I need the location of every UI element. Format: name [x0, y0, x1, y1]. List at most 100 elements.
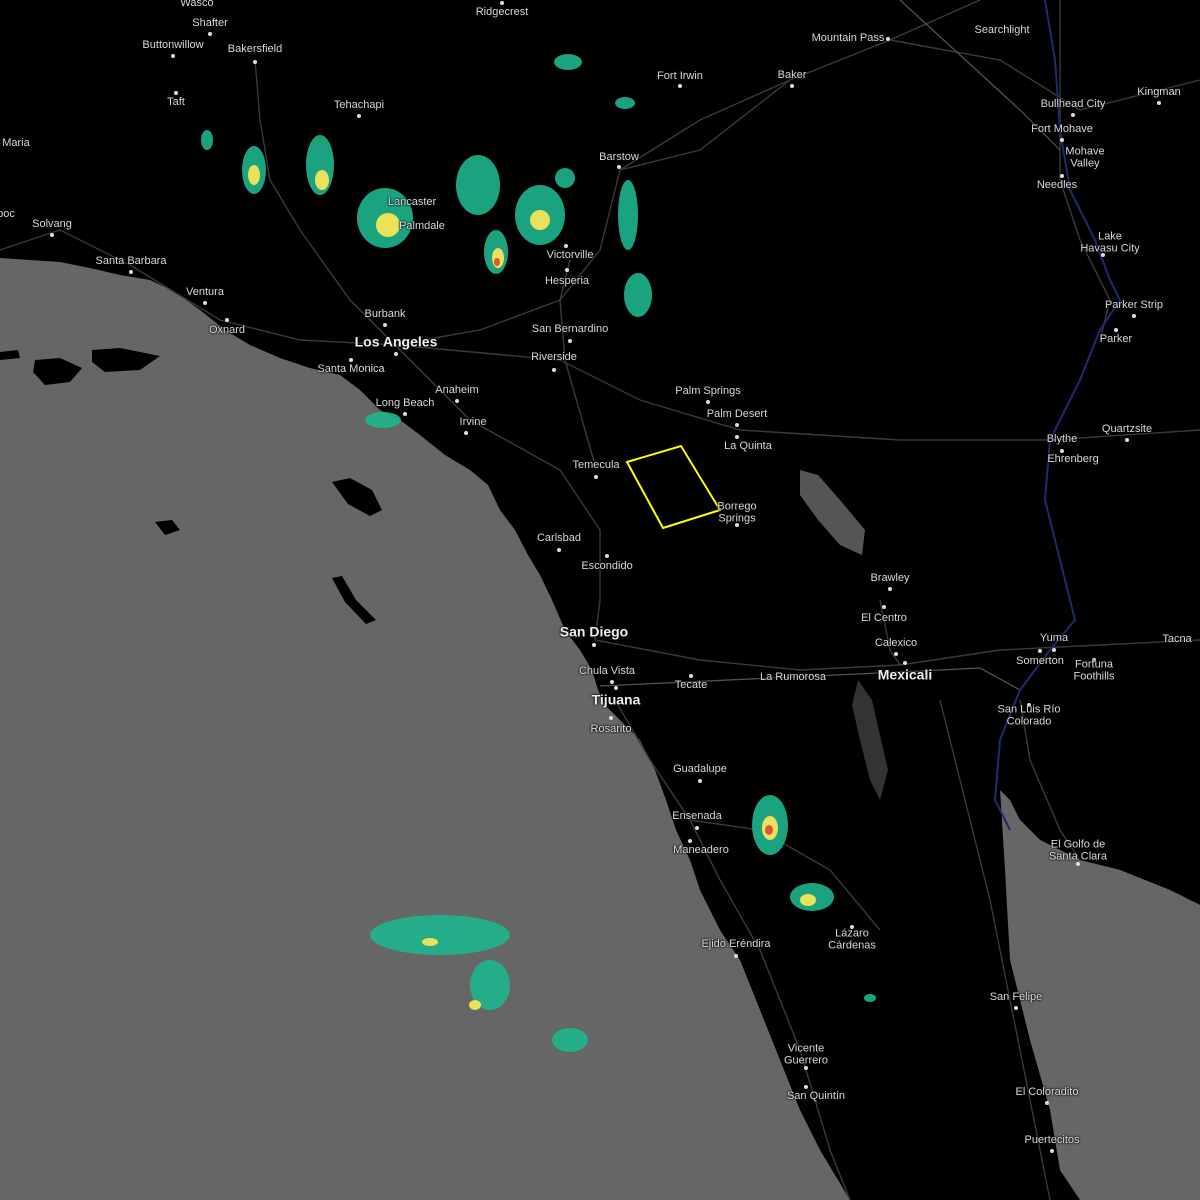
city-dot-puertecitos: [1050, 1149, 1054, 1153]
city-dot-guadalupe: [698, 779, 702, 783]
city-dot-victorville: [564, 244, 568, 248]
city-dot-parker: [1114, 328, 1118, 332]
city-label-mohavevalley: Mohave Valley: [1065, 145, 1105, 169]
city-dot-baker: [790, 84, 794, 88]
city-dot-tecate: [689, 674, 693, 678]
city-label-sanquintin: San Quintín: [786, 1090, 846, 1103]
city-label-blythe: Blythe: [1046, 433, 1078, 446]
city-label-guadalupe: Guadalupe: [673, 763, 727, 776]
city-dot-shafter: [208, 32, 212, 36]
city-label-yuma: Yuma: [1039, 632, 1069, 645]
city-label-ehrenberg: Ehrenberg: [1047, 453, 1099, 466]
city-label-burbank: Burbank: [364, 308, 406, 321]
city-dot-palmsprings: [706, 400, 710, 404]
city-dot-temecula: [594, 475, 598, 479]
city-dot-parkerstrip: [1132, 314, 1136, 318]
city-label-lompoc: poc: [0, 208, 15, 221]
city-dot-yuma: [1052, 648, 1056, 652]
city-label-longbeach: Long Beach: [375, 397, 435, 410]
city-dot-mountainpass: [886, 37, 890, 41]
city-dot-ridgecrest: [500, 1, 504, 5]
city-label-chulavista: Chula Vista: [578, 665, 636, 678]
radar-map[interactable]: Ridgecrest Wasco Shafter Buttonwillow Bakers…: [0, 0, 1200, 1200]
city-dot-oxnard: [225, 318, 229, 322]
city-label-borrego: Borrego Springs: [717, 500, 757, 524]
city-dot-solvang: [50, 233, 54, 237]
city-dot-brawley: [888, 587, 892, 591]
city-dot-palmdesert: [735, 423, 739, 427]
city-label-palmdesert: Palm Desert: [706, 408, 768, 421]
city-label-laquinta: La Quinta: [724, 440, 772, 453]
city-label-sandiego: San Diego: [559, 623, 629, 640]
city-dot-sanbernardino: [568, 339, 572, 343]
city-dot-taft: [174, 91, 178, 95]
city-label-shafter: Shafter: [192, 17, 228, 30]
city-label-oxnard: Oxnard: [208, 324, 246, 337]
city-label-parkerstrip: Parker Strip: [1104, 299, 1164, 312]
city-label-larumorosa: La Rumorosa: [759, 671, 827, 684]
city-dot-somerton: [1038, 649, 1042, 653]
city-label-mexicali: Mexicali: [877, 666, 933, 683]
city-label-somerton: Somerton: [1016, 655, 1064, 668]
city-dot-calexico: [894, 652, 898, 656]
city-label-tacna: Tacna: [1162, 633, 1192, 646]
city-label-elcoloradito: El Coloradito: [1015, 1086, 1079, 1099]
city-label-lakehavasu: Lake Havasu City: [1080, 230, 1140, 254]
city-label-rosarito: Rosarito: [590, 723, 632, 736]
city-label-vicente: Vicente Guerrero: [783, 1042, 829, 1066]
city-dot-losangeles: [394, 352, 398, 356]
city-label-solvang: Solvang: [32, 218, 72, 231]
city-label-santabarbara: Santa Barbara: [95, 255, 167, 268]
city-dot-ventura: [203, 301, 207, 305]
city-dot-laquinta: [735, 435, 739, 439]
city-label-quartzsite: Quartzsite: [1101, 423, 1153, 436]
city-dot-sandiego: [592, 643, 596, 647]
city-label-lancaster: Lancaster: [387, 196, 437, 209]
city-label-sanfelipe: San Felipe: [989, 991, 1043, 1004]
city-label-calexico: Calexico: [874, 637, 918, 650]
city-label-tijuana: Tijuana: [591, 691, 641, 708]
city-dot-bakersfield: [253, 60, 257, 64]
city-dot-elcentro: [882, 605, 886, 609]
city-label-needles: Needles: [1036, 179, 1078, 192]
city-label-riverside: Riverside: [531, 351, 577, 364]
city-dot-buttonwillow: [171, 54, 175, 58]
city-label-maria: Maria: [2, 137, 30, 150]
city-dot-elgolfo: [1076, 862, 1080, 866]
city-label-losangeles: Los Angeles: [354, 333, 438, 350]
city-dot-carlsbad: [557, 548, 561, 552]
city-label-anaheim: Anaheim: [435, 384, 479, 397]
city-label-elgolfo: El Golfo de Santa Clara: [1048, 838, 1108, 862]
city-label-victorville: Victorville: [546, 249, 594, 262]
city-label-brawley: Brawley: [870, 572, 910, 585]
city-dot-fortirwin: [678, 84, 682, 88]
city-label-fortmohave: Fort Mohave: [1031, 123, 1093, 136]
city-dot-elcoloradito: [1045, 1101, 1049, 1105]
city-dot-needles: [1060, 174, 1064, 178]
city-label-searchlight: Searchlight: [974, 24, 1030, 37]
city-dot-irvine: [464, 431, 468, 435]
city-dot-barstow: [617, 165, 621, 169]
city-dot-quartzsite: [1125, 438, 1129, 442]
city-label-sanluis: San Luis Río Colorado: [997, 703, 1061, 727]
city-dot-sanquintin: [804, 1085, 808, 1089]
city-label-ridgecrest: Ridgecrest: [475, 6, 529, 19]
city-label-ventura: Ventura: [186, 286, 224, 299]
city-label-mountainpass: Mountain Pass: [811, 32, 885, 45]
city-dot-ensenada: [695, 826, 699, 830]
city-label-ejido: Ejido Eréndira: [701, 938, 771, 951]
city-label-kingman: Kingman: [1137, 86, 1181, 99]
city-dot-sanfelipe: [1014, 1006, 1018, 1010]
city-dot-santabarbara: [129, 270, 133, 274]
city-label-fortuna: Fortuna Foothills: [1073, 658, 1115, 682]
city-dot-longbeach: [403, 412, 407, 416]
city-label-wasco: Wasco: [180, 0, 214, 10]
city-label-maneadero: Maneadero: [673, 844, 729, 857]
city-label-bullhead: Bullhead City: [1040, 98, 1106, 111]
city-dot-tehachapi: [357, 114, 361, 118]
city-dot-chulavista: [610, 680, 614, 684]
city-label-tehachapi: Tehachapi: [333, 99, 385, 112]
city-dot-hesperia: [565, 268, 569, 272]
city-label-escondido: Escondido: [581, 560, 633, 573]
city-dot-tijuana: [614, 686, 618, 690]
